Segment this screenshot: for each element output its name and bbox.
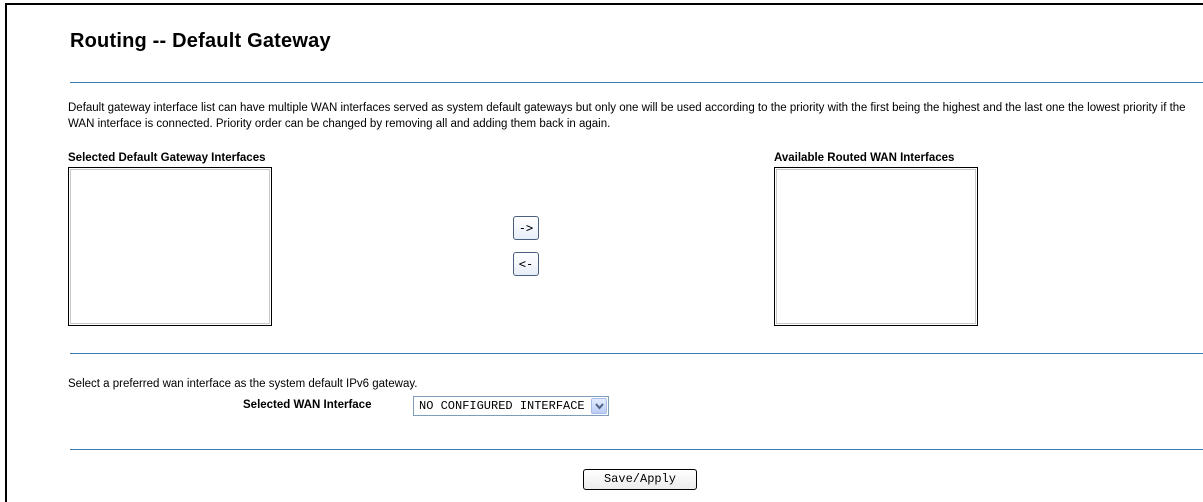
description-text: Default gateway interface list can have …: [68, 102, 1186, 130]
wan-interface-select-value: NO CONFIGURED INTERFACE: [419, 399, 585, 413]
available-interfaces-label: Available Routed WAN Interfaces: [774, 152, 955, 164]
chevron-down-icon[interactable]: [591, 398, 607, 414]
selected-wan-interface-label: Selected WAN Interface: [243, 399, 372, 411]
remove-from-selected-button[interactable]: <-: [513, 252, 539, 276]
ipv6-gateway-prompt: Select a preferred wan interface as the …: [68, 378, 418, 390]
page-title: Routing -- Default Gateway: [70, 30, 331, 52]
separator-bottom: [70, 449, 1203, 450]
separator-middle: [70, 353, 1203, 354]
separator-top: [70, 82, 1203, 83]
selected-gateways-label: Selected Default Gateway Interfaces: [68, 152, 266, 164]
add-to-selected-button[interactable]: ->: [513, 216, 539, 240]
save-apply-button[interactable]: Save/Apply: [583, 469, 697, 490]
wan-interface-select[interactable]: NO CONFIGURED INTERFACE: [413, 396, 609, 416]
selected-gateways-listbox[interactable]: [68, 167, 272, 326]
available-interfaces-listbox[interactable]: [774, 167, 978, 326]
